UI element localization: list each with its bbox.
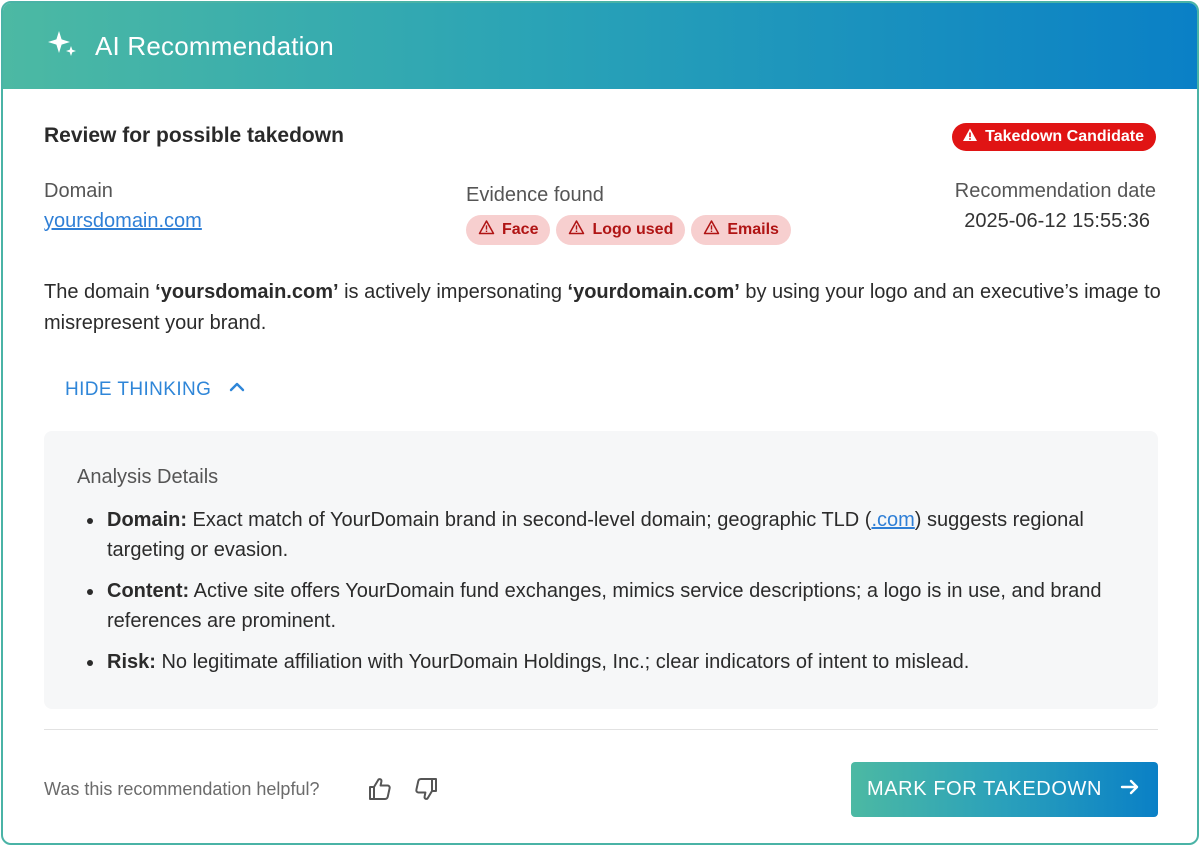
evidence-chip-logo-used: Logo used (556, 215, 686, 245)
analysis-item-domain: Domain: Exact match of YourDomain brand … (87, 505, 1137, 565)
analysis-item-text: No legitimate affiliation with YourDomai… (155, 651, 970, 673)
review-title: Review for possible takedown (44, 124, 344, 147)
summary-text: The domain (44, 281, 156, 303)
evidence-chip-emails: Emails (691, 215, 791, 245)
analysis-item-key: Risk: (107, 651, 156, 673)
recommendation-date-label: Recommendation date (954, 180, 1156, 202)
analysis-item-key: Domain: (107, 509, 187, 531)
warning-icon (703, 219, 720, 241)
chip-label: Face (502, 221, 539, 238)
evidence-chip-face: Face (466, 215, 551, 245)
analysis-title: Analysis Details (77, 466, 219, 488)
analysis-item-risk: Risk: No legitimate affiliation with You… (87, 647, 1137, 677)
summary-text: is actively impersonating (338, 281, 568, 303)
chip-label: Emails (727, 221, 779, 238)
header-title: AI Recommendation (95, 30, 334, 61)
cta-label: MARK FOR TAKEDOWN (866, 778, 1103, 800)
analysis-list: Domain: Exact match of YourDomain brand … (87, 505, 1137, 688)
analysis-item-text: Active site offers YourDomain fund excha… (107, 580, 1102, 632)
evidence-label: Evidence found (466, 184, 604, 206)
analysis-item-text: Exact match of YourDomain brand in secon… (187, 509, 872, 531)
warning-icon (962, 127, 978, 148)
recommendation-date-value: 2025-06-12 15:55:36 (964, 210, 1150, 232)
chip-label: Logo used (592, 221, 674, 238)
domain-label: Domain (44, 180, 113, 202)
mark-for-takedown-button[interactable]: MARK FOR TAKEDOWN (851, 762, 1158, 817)
analysis-item-key: Content: (107, 580, 190, 602)
arrow-right-icon (1118, 775, 1142, 805)
recommendation-summary: The domain ‘yoursdomain.com’ is actively… (44, 277, 1164, 339)
evidence-chips: Face Logo used Emails (466, 215, 791, 245)
domain-link[interactable]: yoursdomain.com (44, 210, 202, 233)
takedown-candidate-badge: Takedown Candidate (952, 123, 1156, 151)
sparkles-icon (45, 27, 79, 66)
footer-divider (44, 729, 1158, 730)
warning-icon (568, 219, 585, 241)
toggle-label: HIDE THINKING (65, 379, 212, 400)
badge-label: Takedown Candidate (985, 128, 1144, 145)
summary-brand: ‘yourdomain.com’ (567, 281, 740, 303)
warning-icon (478, 219, 495, 241)
analysis-item-content: Content: Active site offers YourDomain f… (87, 576, 1137, 636)
thumbs-down-icon[interactable] (412, 775, 440, 803)
chevron-up-icon (227, 377, 247, 403)
helpful-prompt: Was this recommendation helpful? (44, 779, 320, 799)
summary-domain: ‘yoursdomain.com’ (155, 281, 339, 303)
hide-thinking-toggle[interactable]: HIDE THINKING (65, 377, 247, 403)
ai-recommendation-card: AI Recommendation Review for possible ta… (1, 1, 1199, 845)
card-header: AI Recommendation (3, 3, 1197, 89)
analysis-details-panel: Analysis Details Domain: Exact match of … (44, 431, 1158, 709)
tld-link[interactable]: .com (871, 509, 914, 531)
thumbs-up-icon[interactable] (366, 775, 394, 803)
